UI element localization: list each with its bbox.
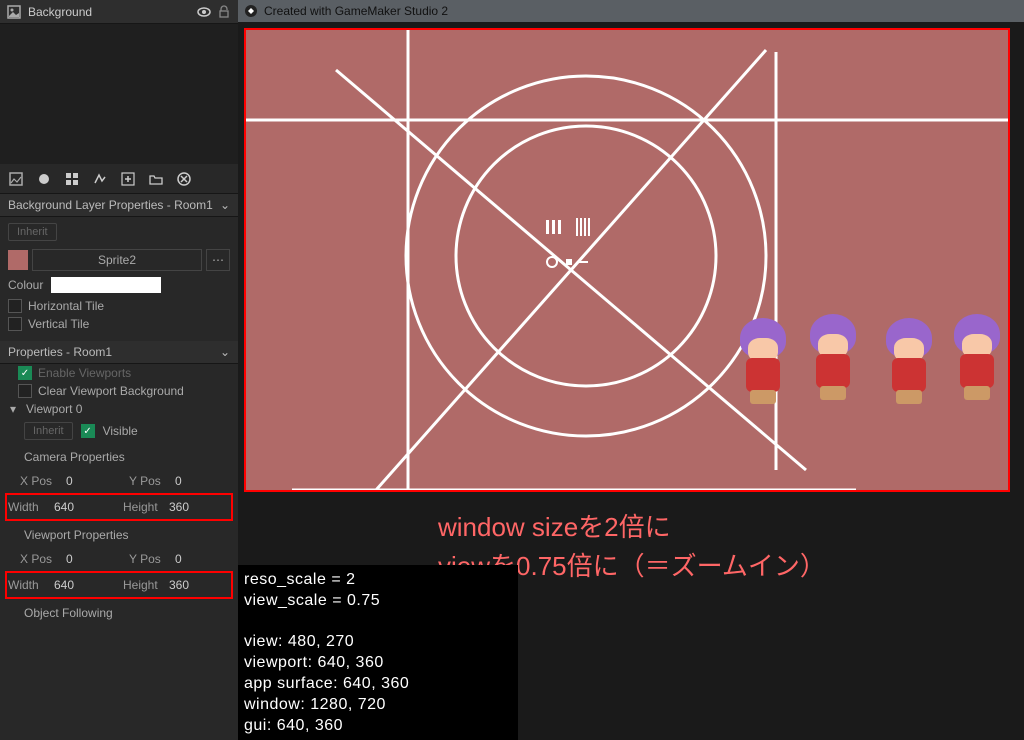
sprite-more-button[interactable]: ⋯ [206, 249, 230, 271]
inherit-button[interactable]: Inherit [8, 223, 57, 241]
game-canvas [244, 28, 1010, 492]
image-layer-icon[interactable] [4, 167, 28, 191]
viewport-xpos-input[interactable]: 0 [66, 552, 73, 566]
squares-icon[interactable] [60, 167, 84, 191]
bg-props-header[interactable]: Background Layer Properties - Room1 ⌄ [0, 194, 238, 217]
debug-overlay: reso_scale = 2 view_scale = 0.75 view: 4… [238, 565, 518, 740]
tree-arrow-icon[interactable]: ▾ [10, 402, 20, 416]
camera-width-input[interactable]: 640 [54, 500, 74, 514]
viewport-props-label: Viewport Properties [0, 522, 238, 548]
add-icon[interactable] [116, 167, 140, 191]
character-sprite [732, 318, 794, 406]
sprite-preview[interactable] [8, 250, 28, 270]
camera-ypos-input[interactable]: 0 [175, 474, 182, 488]
vertical-tile-checkbox[interactable] [8, 317, 22, 331]
gamemaker-logo-icon [244, 4, 258, 18]
visible-checkbox[interactable] [81, 424, 95, 438]
circle-layer-icon[interactable] [32, 167, 56, 191]
layer-list-area [0, 24, 238, 164]
eye-icon[interactable] [196, 4, 212, 20]
colour-label: Colour [8, 278, 43, 292]
layer-toolbar [0, 164, 238, 194]
camera-xpos-input[interactable]: 0 [66, 474, 73, 488]
left-panel: Background Background Layer Properties -… [0, 0, 238, 740]
delete-icon[interactable] [172, 167, 196, 191]
clear-viewport-bg-checkbox[interactable] [18, 384, 32, 398]
colour-swatch[interactable] [51, 277, 161, 293]
viewport-inherit-button[interactable]: Inherit [24, 422, 73, 440]
layer-title: Background [28, 5, 196, 19]
folder-icon[interactable] [144, 167, 168, 191]
placeholder-sprite-graphic [246, 30, 1010, 492]
image-icon [6, 4, 22, 20]
viewport-ypos-input[interactable]: 0 [175, 552, 182, 566]
layer-header: Background [0, 0, 238, 24]
character-sprite [946, 314, 1008, 402]
object-following-label: Object Following [0, 600, 238, 626]
game-window-title: Created with GameMaker Studio 2 [264, 4, 448, 18]
camera-height-input[interactable]: 360 [169, 500, 189, 514]
lock-icon[interactable] [216, 4, 232, 20]
chevron-down-icon: ⌄ [220, 198, 230, 212]
chevron-down-icon: ⌄ [220, 345, 230, 359]
viewport-height-input[interactable]: 360 [169, 578, 189, 592]
sprite-field[interactable]: Sprite2 [32, 249, 202, 271]
horizontal-tile-checkbox[interactable] [8, 299, 22, 313]
character-sprite [878, 318, 940, 406]
room-props-header[interactable]: Properties - Room1 ⌄ [0, 341, 238, 364]
camera-props-label: Camera Properties [0, 444, 238, 470]
path-icon[interactable] [88, 167, 112, 191]
enable-viewports-checkbox[interactable] [18, 366, 32, 380]
game-window-titlebar: Created with GameMaker Studio 2 [238, 0, 1024, 22]
character-sprite [802, 314, 864, 402]
viewport-width-input[interactable]: 640 [54, 578, 74, 592]
